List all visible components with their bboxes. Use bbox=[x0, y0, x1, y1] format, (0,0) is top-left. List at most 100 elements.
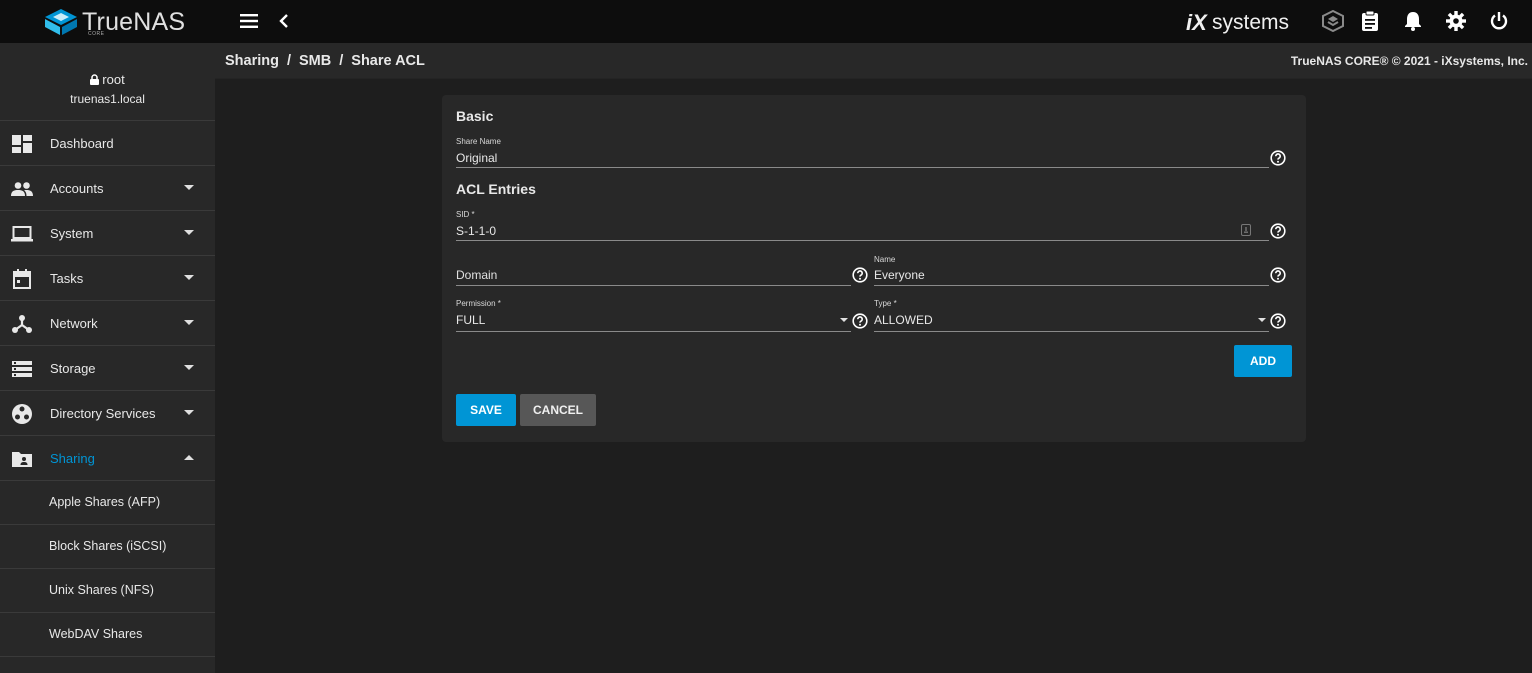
user-info: root truenas1.local bbox=[0, 43, 215, 121]
truecommand-icon[interactable] bbox=[1320, 8, 1346, 34]
section-title-acl-entries: ACL Entries bbox=[456, 181, 536, 197]
share-name-label: Share Name bbox=[456, 137, 501, 146]
section-title-basic: Basic bbox=[456, 108, 494, 124]
field-underline bbox=[456, 331, 851, 332]
sidebar-subitem-afp[interactable]: Apple Shares (AFP) bbox=[0, 481, 215, 525]
help-icon[interactable] bbox=[852, 313, 868, 329]
sidebar-item-label: Directory Services bbox=[50, 405, 156, 421]
breadcrumb-smb[interactable]: SMB bbox=[299, 53, 331, 69]
share-acl-form: Basic Share Name Original ACL Entries SI… bbox=[442, 95, 1306, 442]
chevron-left-icon[interactable] bbox=[271, 8, 297, 34]
type-value[interactable]: ALLOWED bbox=[874, 313, 933, 327]
bell-icon[interactable] bbox=[1400, 8, 1426, 34]
vendor-prefix: iX bbox=[1186, 10, 1207, 35]
sidebar-subitem-nfs[interactable]: Unix Shares (NFS) bbox=[0, 569, 215, 613]
add-button[interactable]: ADD bbox=[1234, 345, 1292, 377]
sidebar-item-accounts[interactable]: Accounts bbox=[0, 166, 215, 211]
sidebar-item-label: Storage bbox=[50, 360, 96, 376]
domain-placeholder[interactable]: Domain bbox=[456, 268, 497, 282]
power-icon[interactable] bbox=[1486, 8, 1512, 34]
sidebar: root truenas1.local Dashboard Accounts S… bbox=[0, 43, 215, 673]
truenas-logo-icon bbox=[45, 9, 77, 35]
breadcrumb-separator: / bbox=[339, 53, 344, 69]
help-icon[interactable] bbox=[1270, 150, 1286, 166]
sid-value[interactable]: S-1-1-0 bbox=[456, 224, 496, 238]
sidebar-subitem-label: Block Shares (iSCSI) bbox=[49, 539, 167, 553]
sidebar-subitem-webdav[interactable]: WebDAV Shares bbox=[0, 613, 215, 657]
breadcrumb-separator: / bbox=[286, 53, 292, 69]
sidebar-subitem-label: WebDAV Shares bbox=[49, 627, 143, 641]
people-icon bbox=[11, 178, 33, 200]
share-name-value[interactable]: Original bbox=[456, 151, 497, 165]
sidebar-item-label: Tasks bbox=[50, 270, 84, 286]
storage-icon bbox=[11, 358, 33, 380]
chevron-down-icon bbox=[184, 410, 194, 415]
sid-field[interactable]: SID * S-1-1-0 bbox=[456, 210, 1269, 242]
truenas-logo[interactable]: TrueNAS CORE bbox=[44, 7, 185, 37]
sidebar-item-dashboard[interactable]: Dashboard bbox=[0, 121, 215, 166]
save-button[interactable]: SAVE bbox=[456, 394, 516, 426]
shared-folder-icon bbox=[11, 448, 33, 470]
chevron-down-icon bbox=[184, 365, 194, 370]
sidebar-subitem-label: Unix Shares (NFS) bbox=[49, 583, 154, 597]
sidebar-item-network[interactable]: Network bbox=[0, 301, 215, 346]
copyright-text[interactable]: TrueNAS CORE® © 2021 - iXsystems, Inc. bbox=[1291, 54, 1528, 68]
sidebar-subitem-label: Apple Shares (AFP) bbox=[49, 495, 161, 509]
name-value[interactable]: Everyone bbox=[874, 268, 925, 282]
menu-icon[interactable] bbox=[236, 8, 262, 34]
breadcrumb: Sharing / SMB / Share ACL bbox=[225, 53, 425, 69]
breadcrumb-share-acl: Share ACL bbox=[351, 53, 425, 69]
laptop-icon bbox=[11, 223, 33, 245]
sidebar-item-sharing[interactable]: Sharing bbox=[0, 436, 215, 481]
permission-value[interactable]: FULL bbox=[456, 313, 485, 327]
type-select[interactable]: Type * ALLOWED bbox=[874, 299, 1269, 333]
domain-field[interactable]: Domain bbox=[456, 255, 851, 287]
brand-edition: CORE bbox=[88, 31, 105, 37]
field-underline bbox=[874, 331, 1269, 332]
sidebar-item-label: Sharing bbox=[50, 450, 95, 466]
gear-icon[interactable] bbox=[1443, 8, 1469, 34]
dashboard-icon bbox=[11, 133, 33, 155]
chevron-down-icon bbox=[184, 230, 194, 235]
help-icon[interactable] bbox=[1270, 267, 1286, 283]
chevron-down-icon bbox=[184, 185, 194, 190]
help-icon[interactable] bbox=[852, 267, 868, 283]
sidebar-subitem-iscsi[interactable]: Block Shares (iSCSI) bbox=[0, 525, 215, 569]
breadcrumb-bar: Sharing / SMB / Share ACL TrueNAS CORE® © 20… bbox=[215, 43, 1532, 79]
permission-select[interactable]: Permission * FULL bbox=[456, 299, 851, 333]
host-name: truenas1.local bbox=[70, 92, 145, 106]
sidebar-item-system[interactable]: System bbox=[0, 211, 215, 256]
chevron-down-icon bbox=[184, 320, 194, 325]
name-label: Name bbox=[874, 255, 896, 264]
calendar-icon bbox=[11, 268, 33, 290]
user-name: root bbox=[102, 72, 125, 87]
field-underline bbox=[456, 167, 1269, 168]
help-icon[interactable] bbox=[1270, 223, 1286, 239]
cancel-button[interactable]: CANCEL bbox=[520, 394, 596, 426]
breadcrumb-sharing[interactable]: Sharing bbox=[225, 53, 279, 69]
lock-icon bbox=[90, 74, 100, 85]
field-underline bbox=[874, 285, 1269, 286]
sid-label: SID * bbox=[456, 210, 475, 219]
dropdown-arrow-icon[interactable] bbox=[840, 318, 848, 322]
help-icon[interactable] bbox=[1270, 313, 1286, 329]
chevron-down-icon bbox=[184, 275, 194, 280]
sidebar-item-tasks[interactable]: Tasks bbox=[0, 256, 215, 301]
permission-label: Permission * bbox=[456, 299, 501, 308]
share-name-field[interactable]: Share Name Original bbox=[456, 137, 1269, 169]
sidebar-item-directory-services[interactable]: Directory Services bbox=[0, 391, 215, 436]
clipboard-icon[interactable] bbox=[1357, 8, 1383, 34]
sidebar-item-label: Network bbox=[50, 315, 98, 331]
name-field[interactable]: Name Everyone bbox=[874, 255, 1269, 287]
top-bar: TrueNAS CORE iX systems bbox=[0, 0, 1532, 43]
chevron-up-icon bbox=[184, 455, 194, 460]
field-underline bbox=[456, 240, 1269, 241]
ixsystems-logo[interactable]: iX systems bbox=[1186, 8, 1292, 36]
field-underline bbox=[456, 285, 851, 286]
sidebar-item-storage[interactable]: Storage bbox=[0, 346, 215, 391]
dropdown-arrow-icon[interactable] bbox=[1258, 318, 1266, 322]
sidebar-item-label: Accounts bbox=[50, 180, 104, 196]
vendor-suffix: systems bbox=[1212, 11, 1290, 34]
autofill-icon[interactable] bbox=[1241, 224, 1251, 236]
sidebar-item-label: Dashboard bbox=[50, 135, 114, 151]
